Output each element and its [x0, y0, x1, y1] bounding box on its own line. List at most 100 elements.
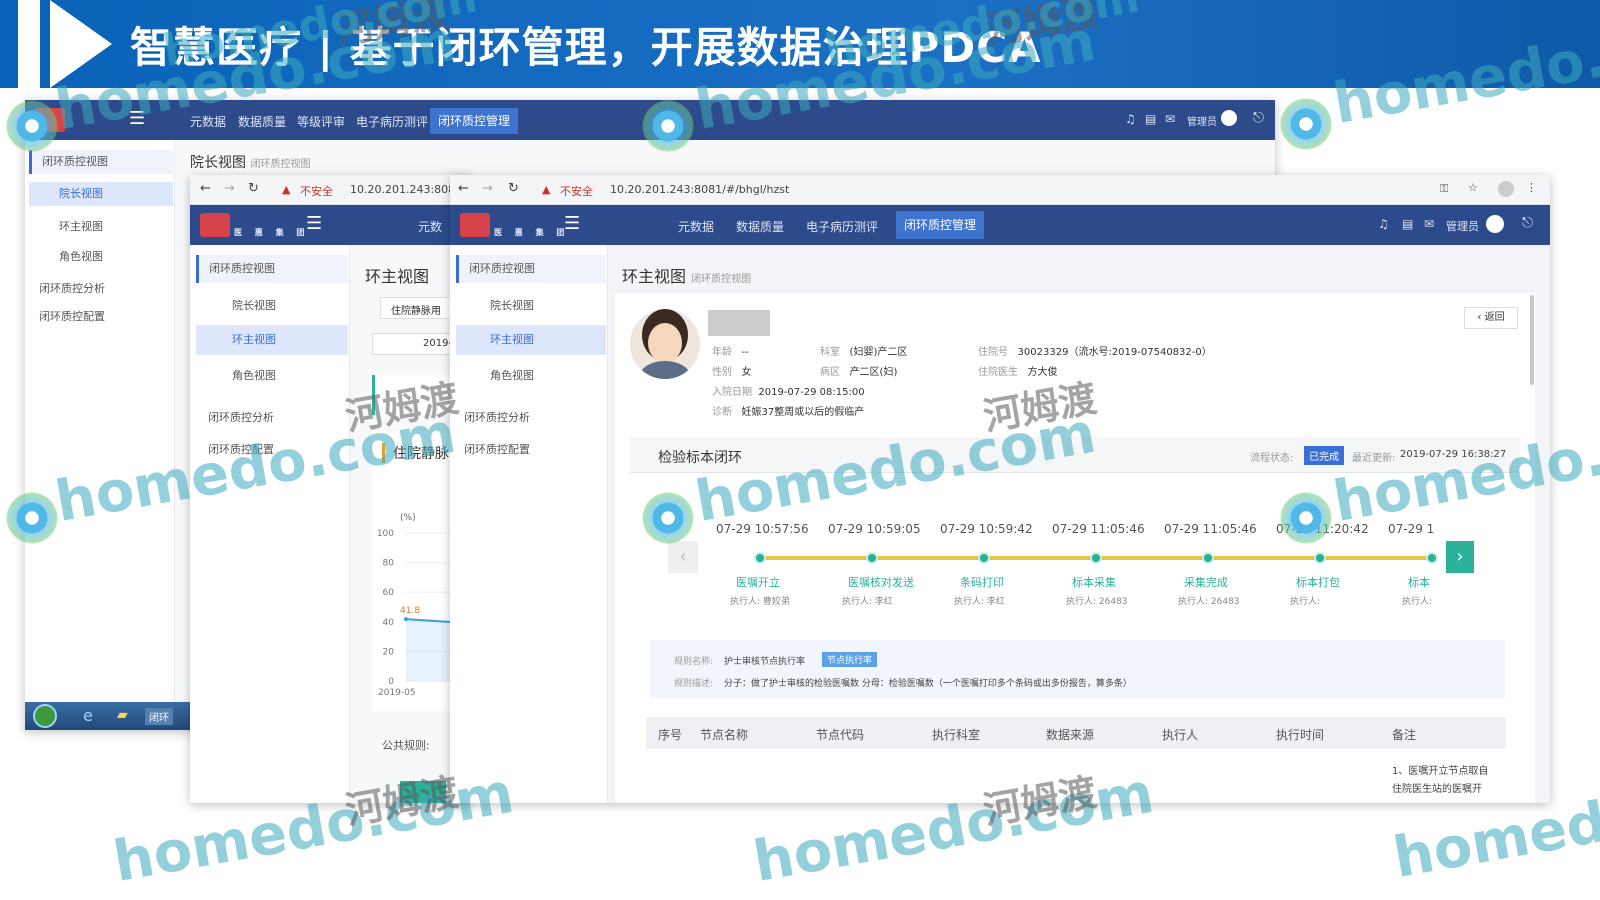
start-button[interactable] — [33, 704, 57, 728]
sidebar-group-analysis[interactable]: 闭环质控分析 — [208, 409, 274, 425]
url-field[interactable]: 10.20.201.243:808 — [350, 183, 455, 196]
timeline-node-dot[interactable] — [978, 552, 990, 564]
mail-icon[interactable]: ✉ — [1424, 217, 1434, 231]
sidebar-group-config[interactable]: 闭环质控配置 — [208, 441, 274, 457]
avatar[interactable] — [1486, 215, 1504, 233]
timeline-node-name: 标本打包 — [1296, 576, 1340, 589]
timeline-node-name: 采集完成 — [1184, 576, 1228, 589]
nav-item-grade-review[interactable]: 等级评审 — [297, 113, 345, 130]
loop-status-label: 流程状态: — [1250, 453, 1294, 464]
more-menu-icon[interactable]: ⋮ — [1526, 181, 1537, 194]
menu-toggle-icon[interactable]: ☰ — [129, 108, 145, 129]
nav-item-loop-control[interactable]: 闭环质控管理 — [430, 108, 519, 134]
sidebar-item-dean-view[interactable]: 院长视图 — [490, 297, 534, 313]
sidebar-item-role-view[interactable]: 角色视图 — [232, 367, 276, 383]
star-icon[interactable]: ☆ — [1468, 181, 1478, 194]
sidebar-group-analysis[interactable]: 闭环质控分析 — [39, 280, 105, 296]
back-button[interactable]: ‹ 返回 — [1464, 307, 1518, 329]
timeline-node-name: 标本采集 — [1072, 576, 1116, 589]
app-logo — [35, 108, 65, 132]
loop-update-time: 2019-07-29 16:38:27 — [1400, 449, 1507, 460]
bell-icon[interactable]: ♫ — [1125, 112, 1136, 126]
timeline-node-dot[interactable] — [1090, 552, 1102, 564]
logout-icon[interactable]: ⎋ — [1522, 215, 1533, 231]
watermark-flower-icon — [1278, 96, 1334, 152]
page-title: 院长视图 闭环质控视图 — [190, 155, 311, 171]
timeline-node-dot[interactable] — [866, 552, 878, 564]
timeline-node-executor: 执行人: 曹姣弟 — [730, 597, 790, 607]
table-header-cell: 备注 — [1392, 728, 1417, 742]
mail-icon[interactable]: ✉ — [1165, 112, 1175, 126]
table-note: 1、医嘱开立节点取自 住院医生站的医嘱开 — [1392, 766, 1489, 795]
timeline-prev-button[interactable]: ‹ — [668, 541, 698, 573]
patient-ward: 病区 产二区(妇) — [820, 367, 898, 378]
sidebar-item-dean-view[interactable]: 院长视图 — [29, 182, 173, 206]
timeline-node-dot[interactable] — [1202, 552, 1214, 564]
folder-icon[interactable]: ▰ — [117, 707, 128, 723]
forward-arrow-icon[interactable]: → — [482, 181, 493, 196]
back-arrow-icon[interactable]: ← — [200, 181, 211, 196]
sidebar-item-role-view[interactable]: 角色视图 — [59, 248, 103, 264]
avatar[interactable] — [1221, 110, 1237, 126]
timeline-node-name: 医嘱核对发送 — [848, 576, 914, 589]
bell-icon[interactable]: ♫ — [1378, 217, 1389, 231]
patient-admit-date: 入院日期 2019-07-29 08:15:00 — [712, 387, 865, 398]
reload-icon[interactable]: ↻ — [248, 181, 259, 196]
rule-box: 规则名称: 护士审核节点执行率 节点执行率 规则描述: 分子：做了护士审核的检验… — [650, 640, 1505, 698]
back-arrow-icon[interactable]: ← — [458, 181, 469, 196]
nav-item-data-quality[interactable]: 数据质量 — [238, 113, 286, 130]
sidebar-group-config[interactable]: 闭环质控配置 — [464, 441, 530, 457]
sidebar-item-dean-view[interactable]: 院长视图 — [232, 297, 276, 313]
sidebar-item-role-view[interactable]: 角色视图 — [490, 367, 534, 383]
timeline-node-executor: 执行人: — [1290, 597, 1321, 607]
front-sidebar: 闭环质控视图 院长视图 环主视图 角色视图 闭环质控分析 闭环质控配置 — [450, 245, 608, 803]
nav-item-data-quality[interactable]: 数据质量 — [736, 218, 784, 235]
page-title: 环主视图 — [365, 267, 430, 286]
insecure-warning-icon: ▲ — [542, 183, 551, 196]
profile-icon[interactable] — [1498, 181, 1514, 197]
logo-text: 医 惠 集 团 — [234, 228, 310, 237]
taskbar-app[interactable]: 闭环 — [145, 708, 173, 725]
data-point[interactable] — [404, 617, 408, 622]
menu-toggle-icon[interactable]: ☰ — [306, 213, 322, 234]
reload-icon[interactable]: ↻ — [508, 181, 519, 196]
sidebar-group-view[interactable]: 闭环质控视图 — [196, 255, 348, 283]
nav-item-loop-control[interactable]: 闭环质控管理 — [896, 211, 985, 239]
middle-sidebar: 闭环质控视图 院长视图 环主视图 角色视图 闭环质控分析 闭环质控配置 — [190, 245, 350, 803]
sidebar-item-loop-view[interactable]: 环主视图 — [196, 325, 348, 355]
sidebar-group-config[interactable]: 闭环质控配置 — [39, 308, 105, 324]
patient-admit-no: 住院号 30023329（流水号:2019-07540832-0） — [978, 347, 1212, 358]
top-navbar: 医 惠 集 团 ☰ 元数据 数据质量 电子病历测评 闭环质控管理 ♫ ▤ ✉ 管… — [450, 205, 1550, 245]
data-label: 41.8 — [400, 606, 420, 616]
nav-item-metadata[interactable]: 元数据 — [678, 218, 714, 235]
timeline-node-dot[interactable] — [1426, 552, 1438, 564]
browser-icon[interactable]: e — [83, 706, 93, 725]
forward-arrow-icon[interactable]: → — [224, 181, 235, 196]
action-button[interactable] — [400, 781, 446, 803]
nav-item-metadata[interactable]: 元数 — [418, 218, 442, 235]
key-icon[interactable]: ⚿ — [1440, 182, 1448, 196]
calendar-icon[interactable]: ▤ — [1402, 217, 1413, 231]
calendar-icon[interactable]: ▤ — [1145, 112, 1156, 126]
title-banner: 智慧医疗 | 基于闭环管理，开展数据治理PDCA — [0, 0, 1600, 88]
x-tick-label: 2019-05 — [378, 688, 416, 698]
nav-item-emr-eval[interactable]: 电子病历测评 — [806, 218, 878, 235]
sidebar-group-view[interactable]: 闭环质控视图 — [456, 255, 606, 283]
nav-item-emr-eval[interactable]: 电子病历测评 — [356, 113, 428, 130]
app-logo — [460, 213, 490, 237]
nav-item-metadata[interactable]: 元数据 — [190, 113, 226, 130]
url-field[interactable]: 10.20.201.243:8081/#/bhgl/hzst — [610, 183, 789, 196]
sidebar-group-view[interactable]: 闭环质控视图 — [29, 150, 173, 174]
sidebar-item-loop-view[interactable]: 环主视图 — [456, 325, 606, 355]
sidebar-item-loop-view[interactable]: 环主视图 — [59, 218, 103, 234]
timeline-next-button[interactable]: › — [1446, 541, 1474, 573]
user-name[interactable]: 管理员 — [1187, 113, 1217, 128]
user-name[interactable]: 管理员 — [1446, 218, 1479, 234]
timeline-node-dot[interactable] — [1314, 552, 1326, 564]
menu-toggle-icon[interactable]: ☰ — [564, 213, 580, 234]
sidebar-group-analysis[interactable]: 闭环质控分析 — [464, 409, 530, 425]
timeline-node-dot[interactable] — [754, 552, 766, 564]
logout-icon[interactable]: ⎋ — [1253, 110, 1264, 126]
top-navbar: ☰ 元数据 数据质量 等级评审 电子病历测评 闭环质控管理 ♫ ▤ ✉ 管理员 … — [25, 100, 1275, 140]
scrollbar[interactable] — [1530, 295, 1534, 385]
